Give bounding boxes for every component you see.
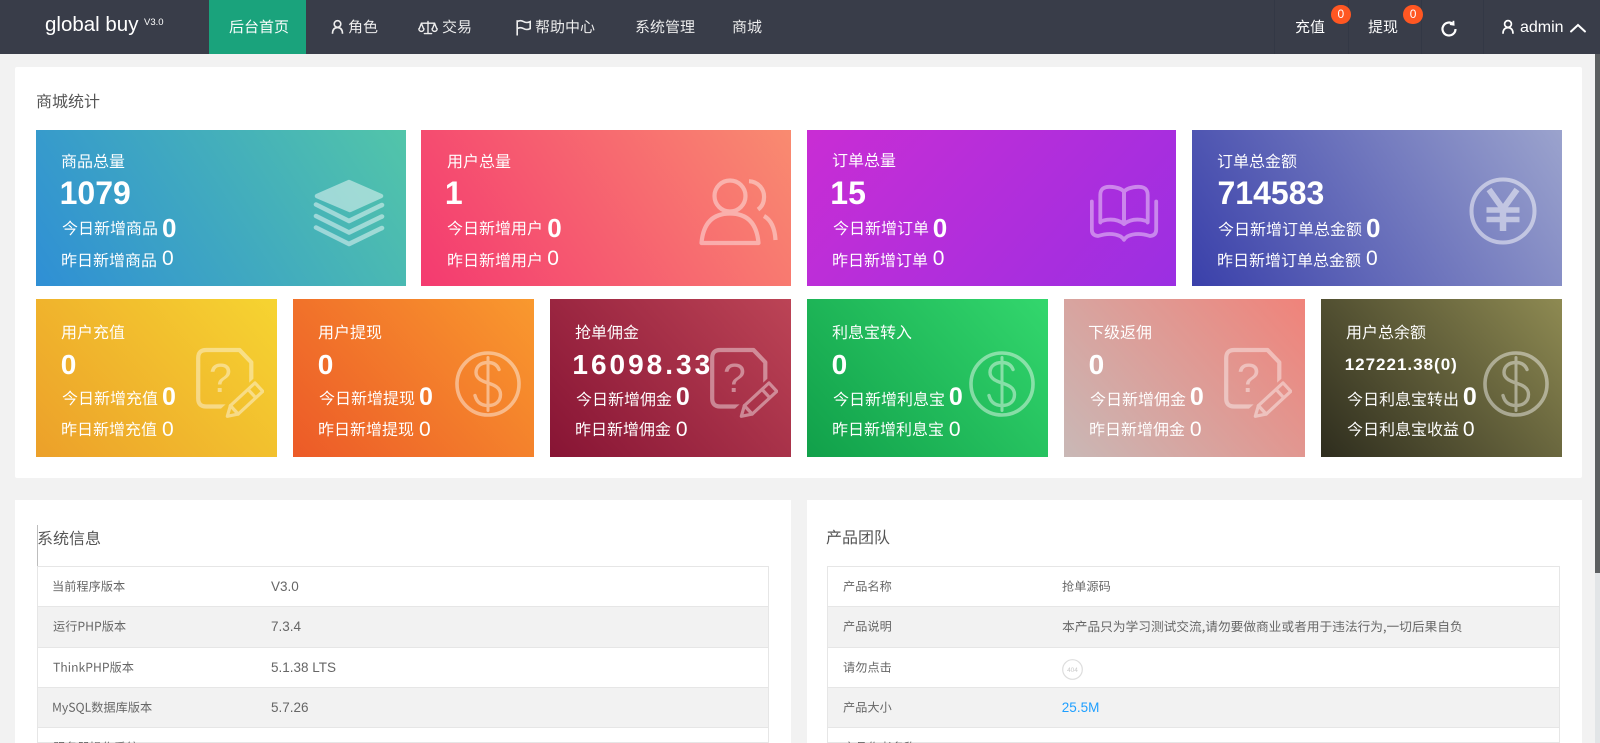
svg-text:?: ? (1237, 355, 1260, 401)
svg-text:?: ? (209, 355, 232, 401)
svg-text:404: 404 (1067, 667, 1078, 674)
svg-text:?: ? (723, 355, 746, 401)
